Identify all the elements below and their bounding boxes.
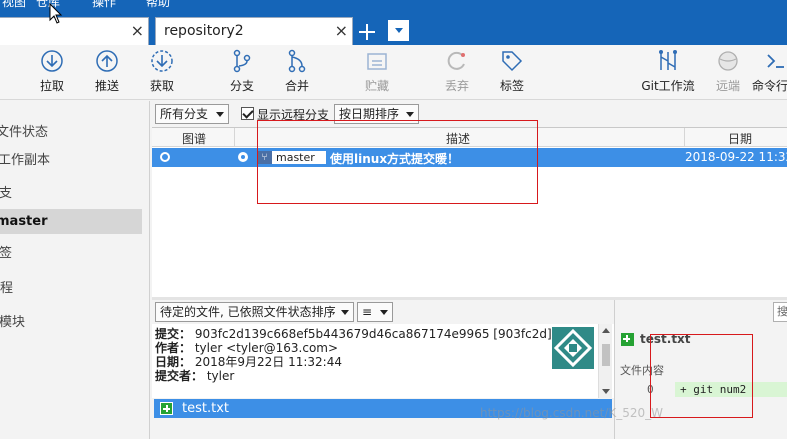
commit-dot-icon (238, 152, 248, 162)
fetch-icon (151, 50, 173, 72)
file-sort-dropdown[interactable]: 待定的文件, 已依照文件状态排序 (155, 302, 354, 322)
sidebar-item-remotes[interactable]: 远程 (0, 276, 129, 301)
commit-date: 2018-09-22 11:32 (685, 150, 787, 164)
pull-button[interactable]: 拉取 (22, 49, 82, 94)
commit-author-line: 作者： tyler <tyler@163.com> (155, 341, 339, 355)
chevron-down-icon (406, 112, 414, 117)
branch-button[interactable]: 分支 (212, 49, 272, 94)
sidebar: 文件状态 工作副本 分支 master 标签 远程 子模块 (0, 101, 150, 439)
highlight-box (650, 334, 753, 418)
fetch-button[interactable]: 获取 (132, 49, 192, 94)
sidebar-item-tags[interactable]: 标签 (0, 241, 128, 266)
tab-previous[interactable]: × (0, 17, 149, 45)
diff-search-input[interactable]: 搜 (773, 302, 787, 322)
push-button[interactable]: 推送 (77, 49, 137, 94)
file-added-icon (621, 333, 634, 346)
sidebar-item-submodules[interactable]: 子模块 (0, 310, 128, 335)
terminal-button[interactable]: 命令行 (752, 49, 787, 94)
menu-item-view[interactable]: 视图 (2, 0, 26, 8)
tag-icon (502, 51, 523, 72)
commit-info: 提交： 903fc2d139c668ef5b443679d46ca867174e… (152, 324, 614, 398)
tab-close-icon[interactable]: × (335, 21, 348, 40)
terminal-icon (767, 54, 784, 68)
sidebar-item-master[interactable]: master (0, 209, 142, 234)
chevron-down-icon (341, 310, 349, 315)
menu-item-help[interactable]: 帮助 (146, 0, 170, 8)
tab-bar: × repository2 × (0, 8, 787, 45)
commit-committer-line: 提交者： tyler (155, 369, 235, 383)
commit-date-line: 日期： 2018年9月22日 11:32:44 (155, 355, 342, 369)
chevron-down-icon (380, 310, 388, 315)
tab-close-icon[interactable]: × (131, 21, 144, 40)
git-flow-icon (659, 50, 677, 70)
menu-bar: 视图 仓库 操作 帮助 (0, 0, 787, 8)
tab-title: repository2 (164, 23, 244, 39)
watermark: https://blog.csdn.net/K_520_W (480, 406, 663, 420)
merge-button[interactable]: 合并 (267, 49, 327, 94)
tab-list-dropdown-icon[interactable] (388, 20, 409, 41)
column-graph[interactable]: 图谱 (182, 130, 206, 147)
chevron-down-icon (216, 112, 224, 117)
sidebar-item-branches[interactable]: 分支 (0, 181, 128, 206)
menu-item-actions[interactable]: 操作 (92, 0, 116, 8)
sidebar-item-working-copy[interactable]: 工作副本 (0, 148, 140, 173)
scroll-up-icon[interactable] (602, 328, 610, 333)
show-remote-branches-checkbox[interactable] (241, 107, 254, 120)
details-scrollbar[interactable] (598, 324, 612, 398)
merge-icon (288, 49, 306, 73)
tab-repository2[interactable]: repository2 × (155, 17, 353, 45)
commit-hash-line: 提交： 903fc2d139c668ef5b443679d46ca867174e… (155, 327, 552, 341)
branch-icon (233, 49, 251, 73)
avatar (552, 327, 594, 369)
discard-button[interactable]: 丢弃 (427, 49, 487, 94)
tag-button[interactable]: 标签 (482, 49, 542, 94)
pull-icon (41, 50, 63, 72)
mouse-cursor-icon (49, 3, 63, 24)
file-added-icon (160, 402, 173, 415)
sidebar-item-file-status[interactable]: 文件状态 (0, 120, 138, 145)
column-date[interactable]: 日期 (728, 130, 752, 147)
remote-button[interactable]: 远端 (698, 49, 758, 94)
stash-button[interactable]: 贮藏 (347, 49, 407, 94)
list-icon: ≡ (362, 305, 373, 319)
scroll-down-icon[interactable] (602, 389, 610, 394)
branch-filter-dropdown[interactable]: 所有分支 (155, 104, 229, 124)
remote-icon (718, 51, 738, 71)
list-mode-dropdown[interactable]: ≡ (357, 302, 393, 322)
push-icon (96, 50, 118, 72)
commit-node-icon (160, 152, 170, 162)
new-tab-plus-icon[interactable] (358, 23, 376, 41)
discard-icon (447, 51, 465, 70)
stash-icon (367, 53, 387, 70)
toolbar: 拉取 推送 获取 分支 合并 贮藏 丢弃 标签 Git工作流 远端 命令行 (0, 45, 787, 100)
git-flow-button[interactable]: Git工作流 (638, 49, 698, 94)
highlight-box (257, 120, 538, 204)
